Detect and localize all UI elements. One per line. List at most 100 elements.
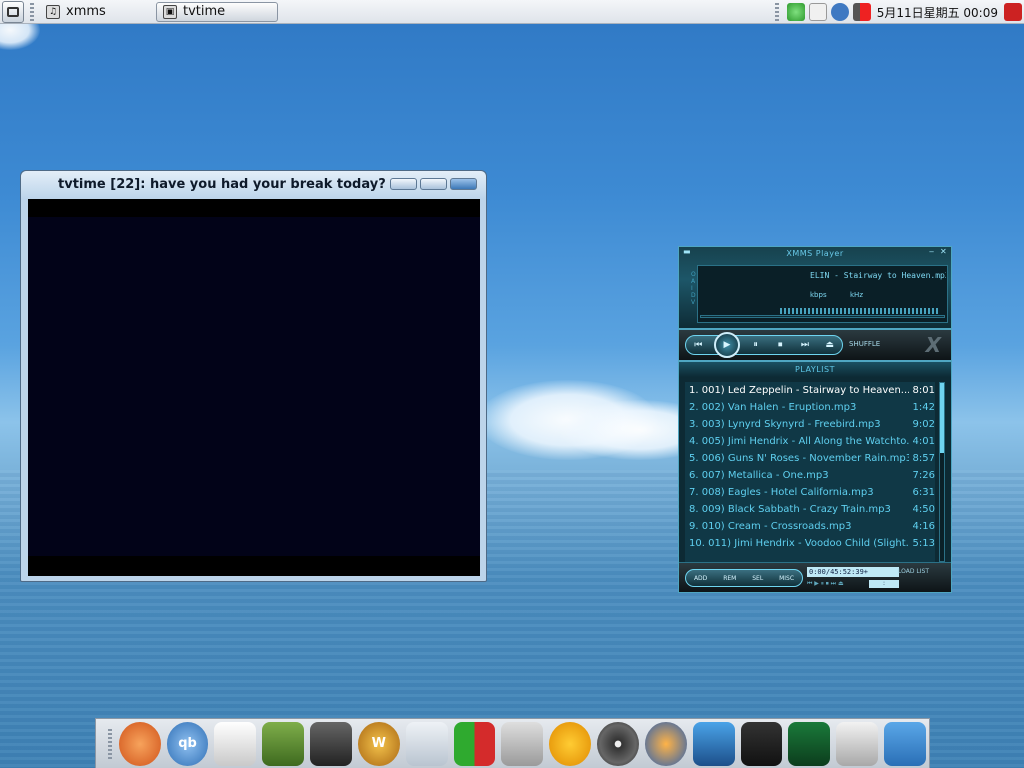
mail-clock-icon[interactable] [214, 721, 257, 766]
playlist-row[interactable]: 9. 010) Cream - Crossroads.mp3 4:16 [685, 518, 935, 535]
playlist-row[interactable]: 1. 001) Led Zeppelin - Stairway to Heave… [685, 382, 935, 399]
main-menu-button[interactable] [2, 0, 24, 23]
playlist-row[interactable]: 10. 011) Jimi Hendrix - Voodoo Child (Sl… [685, 535, 935, 552]
terminal-icon[interactable] [740, 721, 783, 766]
trash-icon[interactable] [884, 721, 926, 766]
sync-arrows-icon[interactable] [453, 721, 496, 766]
xmms-app-icon: ♫ [46, 4, 60, 19]
playlist-footer: ADD REM SEL MISC 0:00/45:52:39+ ⏮ ▶ ⏸ ⏹ … [679, 562, 951, 592]
song-marquee[interactable]: ELIN - Stairway to Heaven.mp3 ◊ [810, 271, 946, 280]
tvtime-window: tvtime [22]: have you had your break tod… [20, 170, 487, 582]
next-icon[interactable]: ⏭ [796, 338, 814, 352]
load-list-button[interactable]: LOAD LIST [898, 568, 929, 575]
logout-icon[interactable] [1004, 3, 1022, 21]
system-monitor-icon[interactable] [788, 721, 831, 766]
ubuntu-icon[interactable] [118, 721, 161, 766]
xmms-controls: ⏮ ▶ ⏸ ⏹ ⏭ ⏏ SHUFFLE X [678, 329, 952, 361]
track-duration: 8:57 [912, 453, 935, 464]
mini-controls[interactable]: ⏮ ▶ ⏸ ⏹ ⏭ ⏏ [807, 580, 862, 588]
xmms-player: ▬ XMMS Player ‒ ✕ O A I D V ELIN - Stair… [678, 246, 952, 329]
playlist-list: 1. 001) Led Zeppelin - Stairway to Heave… [685, 382, 935, 562]
track-title: 5. 006) Guns N' Roses - November Rain.mp… [689, 453, 909, 464]
minimize-icon[interactable]: ‒ [929, 248, 937, 256]
clock[interactable]: 5月11日星期五 00:09 [877, 4, 998, 21]
track-duration: 9:02 [912, 419, 935, 430]
track-title: 6. 007) Metallica - One.mp3 [689, 470, 829, 481]
stop-icon[interactable]: ⏹ [771, 338, 789, 352]
qbittorrent-icon[interactable]: qb [166, 721, 209, 766]
system-tray: 5月11日星期五 00:09 [769, 0, 1024, 24]
tv-icon[interactable] [501, 721, 544, 766]
dock-handle[interactable] [108, 728, 112, 759]
playlist-row[interactable]: 3. 003) Lynyrd Skynyrd - Freebird.mp3 9:0… [685, 416, 935, 433]
playlist-row[interactable]: 8. 009) Black Sabbath - Crazy Train.mp3 4… [685, 501, 935, 518]
control-panel-icon[interactable] [836, 721, 879, 766]
shuffle-button[interactable]: SHUFFLE [849, 340, 880, 348]
select-button[interactable]: SEL [752, 575, 763, 582]
track-duration: 5:13 [912, 538, 935, 549]
dock: qb W [95, 718, 930, 768]
qbittorrent-icon[interactable] [830, 3, 849, 21]
seek-bar[interactable] [700, 315, 945, 318]
playlist-row[interactable]: 4. 005) Jimi Hendrix - All Along the Wat… [685, 433, 935, 450]
track-duration: 4:50 [912, 504, 935, 515]
tv-video-area[interactable] [28, 199, 480, 576]
wow-icon[interactable]: W [357, 721, 400, 766]
monitor-icon[interactable] [692, 721, 735, 766]
play-icon[interactable]: ▶ [713, 332, 740, 358]
pause-icon[interactable]: ⏸ [747, 338, 765, 352]
eject-icon[interactable]: ⏏ [821, 338, 839, 352]
playlist-row[interactable]: 5. 006) Guns N' Roses - November Rain.mp… [685, 450, 935, 467]
playlist-scrollbar[interactable] [939, 382, 945, 562]
track-duration: 4:01 [912, 436, 935, 447]
dragonfly-icon[interactable] [310, 721, 352, 766]
scroll-thumb[interactable] [940, 383, 944, 453]
khz-label: kHz [850, 291, 863, 299]
playlist-row[interactable]: 2. 002) Van Halen - Eruption.mp3 1:42 [685, 399, 935, 416]
remove-button[interactable]: REM [723, 575, 736, 582]
restore-button[interactable] [420, 178, 447, 190]
transport-bar: ⏮ ▶ ⏸ ⏹ ⏭ ⏏ [685, 332, 843, 358]
top-panel: ♫ xmms ▣ tvtime 5月11日星期五 00:09 [0, 0, 1024, 24]
track-title: 7. 008) Eagles - Hotel California.mp3 [689, 487, 874, 498]
audio-disc-icon[interactable] [597, 721, 639, 766]
visualizer[interactable] [780, 308, 940, 314]
track-title: 8. 009) Black Sabbath - Crazy Train.mp3 [689, 504, 891, 515]
misc-button[interactable]: MISC [779, 575, 794, 582]
task-label: tvtime [183, 4, 226, 19]
maximize-button[interactable] [450, 178, 477, 190]
close-icon[interactable]: ✕ [940, 248, 948, 256]
track-title: 10. 011) Jimi Hendrix - Voodoo Child (Sl… [689, 538, 909, 549]
minimize-button[interactable] [390, 178, 417, 190]
messenger-icon[interactable] [549, 721, 592, 766]
panel-handle[interactable] [30, 2, 34, 21]
network-icon[interactable] [786, 3, 805, 21]
task-label: xmms [66, 4, 106, 19]
tvtime-titlebar[interactable]: tvtime [22]: have you had your break tod… [21, 171, 486, 199]
firefox-icon[interactable] [644, 721, 687, 766]
taskbar-item-xmms[interactable]: ♫ xmms [40, 2, 152, 22]
kbps-label: kbps [810, 291, 827, 299]
track-duration: 8:01 [912, 385, 935, 396]
taskbar-item-tvtime[interactable]: ▣ tvtime [156, 1, 278, 22]
playlist-row[interactable]: 7. 008) Eagles - Hotel California.mp3 6:3… [685, 484, 935, 501]
track-duration: 4:16 [912, 521, 935, 532]
printer-icon[interactable] [808, 3, 827, 21]
counter-strike-icon[interactable] [405, 721, 448, 766]
window-title: tvtime [22]: have you had your break tod… [58, 177, 386, 192]
playlist-buttons: ADD REM SEL MISC [685, 569, 803, 587]
add-button[interactable]: ADD [694, 575, 707, 582]
letterbox-bottom [28, 556, 480, 576]
track-duration: 6:31 [912, 487, 935, 498]
tray-handle[interactable] [774, 3, 779, 21]
previous-icon[interactable]: ⏮ [689, 338, 707, 352]
volume-icon[interactable] [852, 3, 871, 21]
xmms-title[interactable]: XMMS Player [679, 249, 951, 258]
menu-icon [7, 6, 19, 17]
track-title: 4. 005) Jimi Hendrix - All Along the Wat… [689, 436, 909, 447]
playlist-row[interactable]: 6. 007) Metallica - One.mp3 7:26 [685, 467, 935, 484]
xmms-display: ELIN - Stairway to Heaven.mp3 ◊ kbps kHz [697, 265, 948, 323]
xmms-logo: X [925, 333, 941, 357]
playlist-title[interactable]: PLAYLIST [679, 362, 951, 377]
book-icon[interactable] [262, 721, 305, 766]
